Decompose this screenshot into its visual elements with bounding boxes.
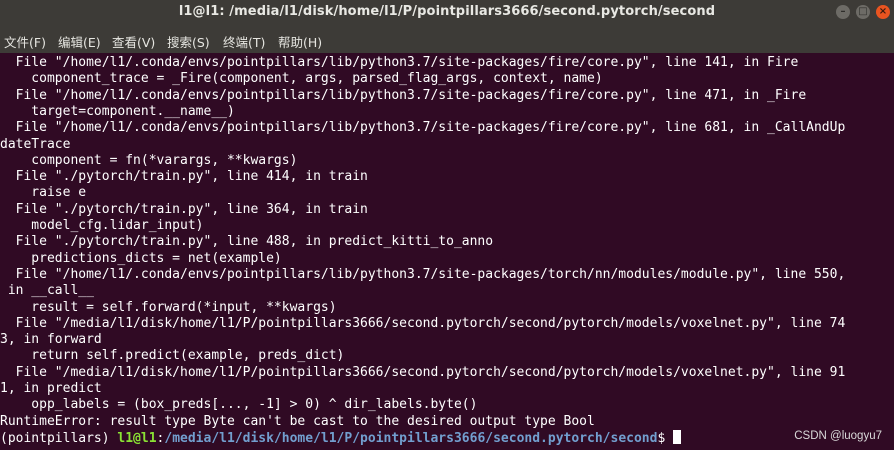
terminal-line: File "/media/l1/disk/home/l1/P/pointpill…: [0, 364, 846, 380]
terminal-line: target=component.__name__): [0, 103, 235, 119]
terminal-line: component = fn(*varargs, **kwargs): [0, 152, 298, 168]
terminal-line: model_cfg.lidar_input): [0, 218, 204, 233]
terminal-error-line: RuntimeError: result type Byte can't be …: [0, 413, 595, 429]
prompt-path: /media/l1/disk/home/l1/P/pointpillars366…: [164, 430, 658, 446]
terminal-line: raise e: [0, 185, 87, 201]
terminal-line: File "/media/l1/disk/home/l1/P/pointpill…: [0, 315, 846, 331]
terminal-line: 1, in predict: [0, 381, 102, 396]
menu-file[interactable]: 文件(F): [4, 32, 46, 51]
terminal-line: File "/home/l1/.conda/envs/pointpillars/…: [0, 55, 799, 70]
prompt-symbol: $: [657, 430, 674, 446]
menu-view[interactable]: 查看(V): [112, 32, 155, 51]
menu-terminal[interactable]: 终端(T): [223, 32, 265, 51]
maximize-icon[interactable]: □: [856, 5, 870, 19]
terminal-line: dateTrace: [0, 136, 71, 152]
watermark: CSDN @luogyu7: [794, 430, 882, 442]
text-cursor: [673, 429, 682, 444]
window-title: l1@l1: /media/l1/disk/home/l1/P/pointpil…: [178, 4, 716, 19]
prompt-user-host: l1@l1: [117, 430, 157, 446]
terminal-line: opp_labels = (box_preds[..., -1] > 0) ^ …: [0, 397, 478, 413]
menu-bar: 文件(F) 编辑(E) 查看(V) 搜索(S) 终端(T) 帮助(H): [0, 26, 894, 53]
menu-edit[interactable]: 编辑(E): [58, 32, 101, 51]
terminal-line: File "./pytorch/train.py", line 414, in …: [0, 169, 368, 185]
terminal-line: component_trace = _Fire(component, args,…: [0, 71, 603, 87]
terminal-line: return self.predict(example, preds_dict): [0, 348, 345, 364]
shell-prompt[interactable]: (pointpillars) l1@l1:/media/l1/disk/home…: [0, 429, 682, 446]
terminal-line: in __call__: [0, 283, 94, 299]
terminal-line: result = self.forward(*input, **kwargs): [0, 299, 337, 315]
terminal-line: File "./pytorch/train.py", line 488, in …: [0, 234, 494, 250]
prompt-env: (pointpillars): [0, 430, 118, 446]
window-titlebar[interactable]: l1@l1: /media/l1/disk/home/l1/P/pointpil…: [0, 0, 894, 26]
terminal-line: File "./pytorch/train.py", line 364, in …: [0, 201, 368, 217]
close-icon[interactable]: ×: [876, 5, 890, 19]
minimize-icon[interactable]: –: [836, 5, 850, 19]
terminal-line: File "/home/l1/.conda/envs/pointpillars/…: [0, 120, 846, 136]
menu-search[interactable]: 搜索(S): [167, 32, 210, 51]
terminal-line: File "/home/l1/.conda/envs/pointpillars/…: [0, 87, 807, 103]
terminal-line: File "/home/l1/.conda/envs/pointpillars/…: [0, 266, 846, 282]
terminal-line: predictions_dicts = net(example): [0, 250, 282, 266]
terminal-output[interactable]: File "/home/l1/.conda/envs/pointpillars/…: [0, 53, 894, 450]
menu-help[interactable]: 帮助(H): [278, 32, 322, 51]
terminal-line: 3, in forward: [0, 332, 102, 348]
